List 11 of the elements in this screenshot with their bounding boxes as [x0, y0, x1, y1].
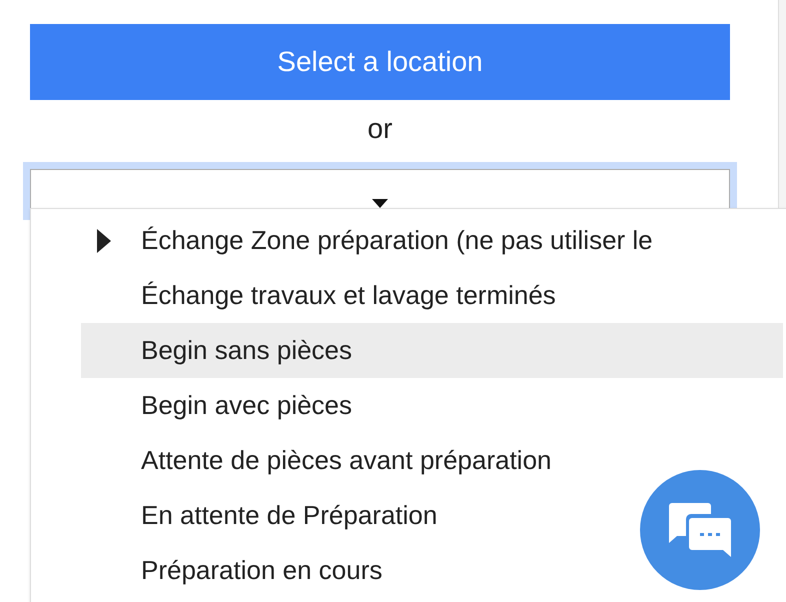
- menu-item[interactable]: Begin sans pièces: [81, 323, 783, 378]
- menu-item[interactable]: Begin avec pièces: [81, 378, 783, 433]
- chat-bubbles-icon: [669, 503, 731, 557]
- menu-item[interactable]: Préparation en cours: [81, 543, 783, 598]
- menu-item[interactable]: Attente de pièces avant préparation: [81, 433, 783, 488]
- or-label: or: [368, 112, 392, 146]
- menu-item[interactable]: En attente de Préparation: [81, 488, 783, 543]
- select-location-button[interactable]: Select a location: [30, 24, 730, 100]
- menu-item[interactable]: Échange Zone préparation (ne pas utiliser le: [81, 213, 783, 268]
- submenu-arrow-icon: [97, 228, 111, 252]
- menu-item[interactable]: Échange travaux et lavage terminés: [81, 268, 783, 323]
